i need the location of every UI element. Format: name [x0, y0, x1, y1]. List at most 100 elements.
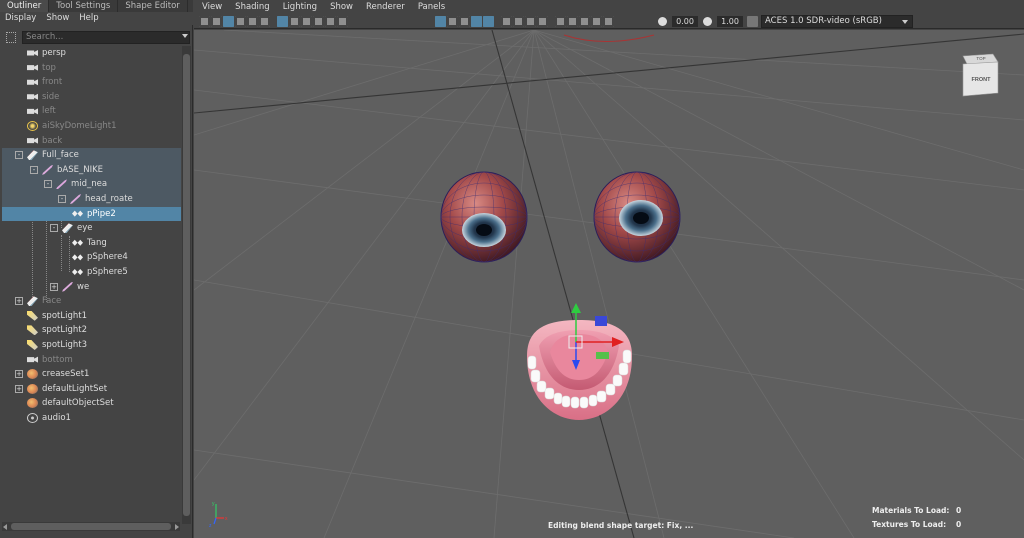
motion-blur-icon[interactable]	[513, 16, 524, 27]
outliner-item-defaultlightset[interactable]: + defaultLightSet	[2, 382, 181, 397]
outliner-horizontal-scrollbar[interactable]	[2, 522, 180, 531]
outliner-item-spotlight3[interactable]: spotLight3	[2, 338, 181, 353]
menu-lighting[interactable]: Lighting	[275, 0, 322, 14]
menu-view[interactable]: View	[194, 0, 227, 14]
field-chart-icon[interactable]	[325, 16, 336, 27]
outliner-item-eye[interactable]: - eye	[2, 221, 181, 236]
backface-culling-icon[interactable]	[603, 16, 614, 27]
outliner-item-aiskydomelight1[interactable]: aiSkyDomeLight1	[2, 119, 181, 134]
search-input[interactable]: Search...	[22, 31, 190, 44]
outliner-item-mid-nea[interactable]: - mid_nea	[2, 177, 181, 192]
tab-tool-settings[interactable]: Tool Settings	[49, 0, 119, 12]
use-all-lights-icon[interactable]	[471, 16, 482, 27]
camera-attributes-icon[interactable]	[211, 16, 222, 27]
menu-renderer[interactable]: Renderer	[358, 0, 410, 14]
isolate-select-icon[interactable]	[555, 16, 566, 27]
view-cube[interactable]: TOP FRONT	[962, 53, 999, 97]
teeth-mesh[interactable]	[527, 320, 632, 420]
collapse-icon[interactable]: -	[15, 151, 23, 160]
collapse-icon[interactable]: -	[30, 165, 38, 174]
tab-shape-editor[interactable]: Shape Editor	[118, 0, 188, 12]
outliner-item-full-face[interactable]: - Full_face	[2, 148, 181, 163]
3d-viewport[interactable]: TOP FRONT y x z Materials To Load: 0 Tex…	[194, 30, 1024, 538]
grease-pencil-icon[interactable]	[259, 16, 270, 27]
exposure-icon[interactable]	[658, 17, 667, 26]
scroll-left-icon[interactable]	[3, 524, 7, 530]
resolution-gate-icon[interactable]	[301, 16, 312, 27]
gamma-icon[interactable]	[703, 17, 712, 26]
outliner-item-spotlight2[interactable]: spotLight2	[2, 323, 181, 338]
safe-action-icon[interactable]	[337, 16, 348, 27]
depth-of-field-icon[interactable]	[537, 16, 548, 27]
outliner-item-spotlight1[interactable]: spotLight1	[2, 309, 181, 324]
outliner-item-bottom[interactable]: bottom	[2, 353, 181, 368]
scroll-thumb[interactable]	[11, 523, 171, 530]
expand-icon[interactable]: +	[15, 384, 23, 393]
outliner-item-persp[interactable]: persp	[2, 46, 181, 61]
menu-help[interactable]: Help	[74, 12, 103, 25]
outliner-item-side[interactable]: side	[2, 90, 181, 105]
xray-joints-icon[interactable]	[591, 16, 602, 27]
wireframe-icon[interactable]	[435, 16, 446, 27]
outliner-item-front[interactable]: front	[2, 75, 181, 90]
tab-outliner[interactable]: Outliner	[0, 0, 50, 12]
view-cube-top-label[interactable]: TOP	[976, 56, 985, 61]
outliner-item-audio1[interactable]: audio1	[2, 411, 181, 426]
menu-show[interactable]: Show	[322, 0, 358, 14]
screen-space-ao-icon[interactable]	[501, 16, 512, 27]
hud-status-message: Editing blend shape target: Fix, ...	[548, 521, 694, 530]
collapse-icon[interactable]: -	[50, 224, 58, 233]
outliner-item-head-roate[interactable]: - head_roate	[2, 192, 181, 207]
scroll-thumb[interactable]	[183, 54, 190, 516]
grip-icon[interactable]	[6, 32, 16, 43]
expand-icon[interactable]: +	[15, 297, 23, 306]
right-eyeball[interactable]	[593, 171, 681, 263]
menu-shading[interactable]: Shading	[227, 0, 275, 14]
anti-aliasing-icon[interactable]	[525, 16, 536, 27]
menu-panels[interactable]: Panels	[410, 0, 450, 14]
outliner-item-creaseset1[interactable]: + creaseSet1	[2, 367, 181, 382]
gate-mask-icon[interactable]	[313, 16, 324, 27]
outliner-item-top[interactable]: top	[2, 61, 181, 76]
color-management-icon[interactable]	[747, 16, 758, 27]
outliner-item-tang[interactable]: Tang	[2, 236, 181, 251]
outliner-item-label: defaultLightSet	[42, 383, 108, 394]
outliner-item-face[interactable]: + Face	[2, 294, 181, 309]
collapse-icon[interactable]: -	[58, 195, 66, 203]
color-space-select[interactable]: ACES 1.0 SDR-video (sRGB)	[761, 15, 913, 28]
2d-pan-icon[interactable]	[247, 16, 258, 27]
film-gate-icon[interactable]	[289, 16, 300, 27]
camera-select-icon[interactable]	[199, 16, 210, 27]
outliner-vertical-scrollbar[interactable]	[182, 46, 191, 524]
outliner-item-back[interactable]: back	[2, 134, 181, 149]
grid-icon[interactable]	[277, 16, 288, 27]
outliner-item-defaultobjectset[interactable]: defaultObjectSet	[2, 396, 181, 411]
left-eyeball[interactable]	[440, 171, 528, 263]
outliner-item-label: mid_nea	[71, 179, 108, 190]
outliner-item-we[interactable]: + we	[2, 280, 181, 295]
menu-show[interactable]: Show	[41, 12, 74, 25]
expand-icon[interactable]: +	[50, 282, 58, 291]
outliner-item-psphere5[interactable]: pSphere5	[2, 265, 181, 280]
xray-icon[interactable]	[567, 16, 578, 27]
gamma-field[interactable]: 1.00	[717, 16, 743, 27]
menu-display[interactable]: Display	[0, 12, 41, 25]
image-plane-icon[interactable]	[235, 16, 246, 27]
mesh-icon	[72, 269, 83, 275]
bookmark-icon[interactable]	[223, 16, 234, 27]
search-dropdown-icon[interactable]	[182, 34, 188, 38]
outliner-item-base-nike[interactable]: - bASE_NIKE	[2, 162, 181, 178]
outliner-item-ppipe2[interactable]: pPipe2	[2, 206, 181, 222]
outliner-item-label: eye	[77, 223, 93, 234]
textured-icon[interactable]	[459, 16, 470, 27]
xray-active-icon[interactable]	[579, 16, 590, 27]
outliner-item-psphere4[interactable]: pSphere4	[2, 250, 181, 265]
outliner-item-left[interactable]: left	[2, 104, 181, 119]
collapse-icon[interactable]: -	[44, 180, 52, 189]
smooth-shade-icon[interactable]	[447, 16, 458, 27]
scroll-right-icon[interactable]	[175, 524, 179, 530]
expand-icon[interactable]: +	[15, 370, 23, 379]
shadows-icon[interactable]	[483, 16, 494, 27]
exposure-field[interactable]: 0.00	[672, 16, 698, 27]
view-cube-front-label[interactable]: FRONT	[972, 77, 992, 83]
